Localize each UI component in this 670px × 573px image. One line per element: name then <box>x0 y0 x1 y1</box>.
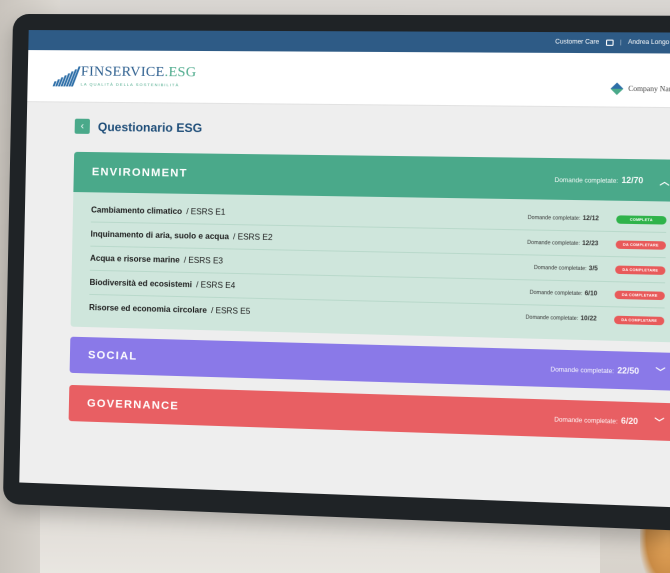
section-progress: Domande completate: 6/20 <box>554 415 639 426</box>
logo-text: FINSERVICE.ESG <box>80 64 197 81</box>
status-badge: DA COMPLETARE <box>615 239 667 250</box>
section-social: SOCIAL Domande completate: 22/50 ﹀ <box>69 336 670 391</box>
sections: ENVIRONMENT Domande completate: 12/70 ︿ C… <box>68 151 670 442</box>
row-progress: Domande completate: 10/22 <box>525 314 597 323</box>
company-logo-icon <box>610 82 624 95</box>
logo[interactable]: FINSERVICE.ESG LA QUALITÀ DELLA SOSTENIB… <box>52 64 197 88</box>
screen: Customer Care | Andrea Longo FINSERVICE.… <box>19 30 670 509</box>
header: FINSERVICE.ESG LA QUALITÀ DELLA SOSTENIB… <box>27 50 670 109</box>
section-title: GOVERNANCE <box>86 397 180 413</box>
section-progress: Domande completate: 22/50 <box>550 365 640 376</box>
back-button[interactable]: ‹ <box>74 118 90 134</box>
status-badge: DA COMPLETARE <box>614 290 665 300</box>
row-progress: Domande completate: 6/10 <box>529 289 598 297</box>
company-badge: Company Name <box>610 82 670 95</box>
company-name: Company Name <box>628 84 670 94</box>
logo-tagline: LA QUALITÀ DELLA SOSTENIBILITÀ <box>80 81 180 88</box>
section-title: SOCIAL <box>87 349 138 363</box>
logo-bars-icon <box>52 64 81 87</box>
page-title: Questionario ESG <box>97 119 203 135</box>
row-progress: Domande completate: 3/5 <box>533 264 598 272</box>
section-body-environment: Cambiamento climatico / ESRS E1 Domande … <box>70 192 670 343</box>
topbar-divider: | <box>619 39 622 46</box>
status-badge: DA COMPLETARE <box>614 315 665 326</box>
section-title: ENVIRONMENT <box>91 166 188 180</box>
chevron-down-icon[interactable]: ﹀ <box>655 364 665 378</box>
section-governance: GOVERNANCE Domande completate: 6/20 ﹀ <box>68 384 670 442</box>
row-progress: Domande completate: 12/12 <box>527 214 599 222</box>
section-header-social[interactable]: SOCIAL Domande completate: 22/50 ﹀ <box>69 336 670 391</box>
section-progress: Domande completate: 12/70 <box>554 175 644 185</box>
monitor-bezel: Customer Care | Andrea Longo FINSERVICE.… <box>2 13 670 532</box>
section-header-governance[interactable]: GOVERNANCE Domande completate: 6/20 ﹀ <box>68 384 670 442</box>
chevron-up-icon[interactable]: ︿ <box>660 174 670 188</box>
row-progress: Domande completate: 12/23 <box>527 239 599 247</box>
customer-care-link[interactable]: Customer Care <box>555 39 599 45</box>
status-badge: COMPLETA <box>616 214 667 225</box>
user-name[interactable]: Andrea Longo <box>628 40 669 46</box>
section-environment: ENVIRONMENT Domande completate: 12/70 ︿ C… <box>70 151 670 343</box>
chat-icon[interactable] <box>605 39 614 46</box>
page-title-row: ‹ Questionario ESG <box>74 118 670 142</box>
chevron-down-icon[interactable]: ﹀ <box>654 415 664 429</box>
status-badge: DA COMPLETARE <box>615 264 666 275</box>
